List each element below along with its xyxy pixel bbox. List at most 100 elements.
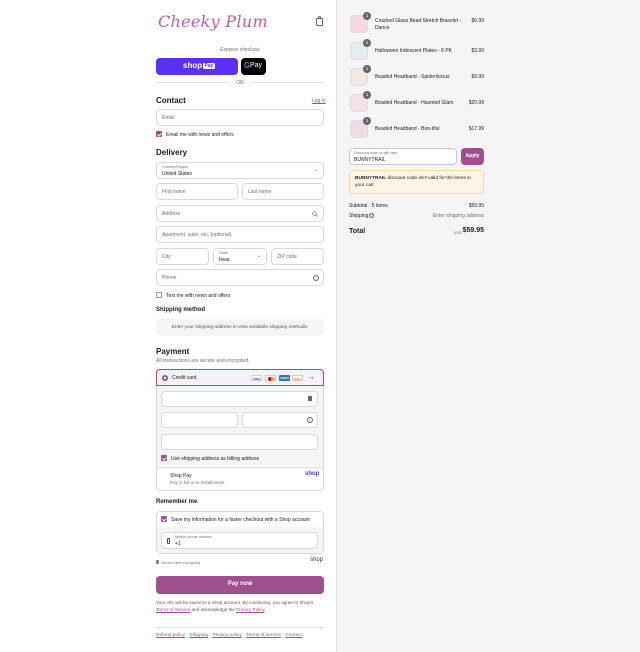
billing-checkbox[interactable]: [161, 455, 167, 461]
shipping-notice-text: Enter your shipping address to view avai…: [171, 325, 309, 330]
footer-link-privacy[interactable]: Privacy policy: [212, 633, 241, 638]
save-info-checkbox[interactable]: [161, 516, 167, 522]
zip-placeholder: ZIP code: [277, 253, 297, 260]
city-field[interactable]: City: [156, 248, 209, 265]
first-name-placeholder: First name: [162, 188, 186, 195]
help-icon[interactable]: ?: [369, 213, 374, 218]
item-name: Beaded Headband - Spiderlicious: [375, 74, 450, 80]
address-placeholder: Address: [162, 210, 181, 217]
footer-divider: [156, 627, 324, 628]
news-label: Email me with news and offers: [166, 131, 234, 138]
help-icon[interactable]: ?: [307, 417, 313, 423]
news-checkbox[interactable]: [156, 131, 162, 137]
apply-button[interactable]: Apply: [461, 148, 484, 165]
country-select[interactable]: Country/Region United States ⌄: [156, 162, 324, 179]
quantity-badge: 1: [363, 91, 371, 99]
order-summary: [336, 0, 640, 652]
item-price: $3.99: [471, 48, 484, 54]
payment-heading: Payment: [156, 347, 190, 356]
first-name-field[interactable]: First name: [156, 183, 238, 200]
visa-icon: VISA: [251, 375, 262, 381]
card-number-field[interactable]: [161, 391, 318, 407]
google-pay-label: Pay: [250, 61, 263, 69]
divider: [251, 82, 324, 83]
discount-label: Discount code or gift card: [354, 151, 398, 155]
apply-label: Apply: [465, 153, 480, 159]
terms-link[interactable]: Terms of Service: [156, 607, 190, 612]
mastercard-icon: [265, 375, 276, 381]
mobile-phone-prefix: +1: [175, 541, 181, 547]
checkout-main: Cheeky Plum Express checkout shop Pay G …: [0, 0, 336, 652]
last-name-placeholder: Last name: [248, 188, 272, 195]
address-field[interactable]: Address: [156, 205, 324, 222]
cart-icon[interactable]: [316, 16, 323, 26]
logo[interactable]: Cheeky Plum: [158, 12, 268, 31]
billing-label: Use shipping address as billing address: [171, 455, 260, 462]
footer-link-refund[interactable]: Refund policy: [156, 633, 185, 638]
quantity-badge: 1: [363, 65, 371, 73]
delivery-heading: Delivery: [156, 148, 188, 157]
discount-warning-text: BUNNYTRAIL discount code isn't valid for…: [355, 175, 479, 189]
chevron-down-icon: ⌄: [313, 167, 318, 173]
shop-pay-label: shop: [183, 61, 203, 70]
product-thumbnail: 1: [350, 91, 371, 112]
state-label: State: [219, 251, 228, 255]
product-thumbnail: 1: [350, 117, 371, 138]
item-price: $9.99: [471, 74, 484, 80]
credit-card-option[interactable]: Credit card VISA AMEX DISC +4: [156, 369, 324, 386]
email-field[interactable]: Email: [156, 109, 324, 126]
save-info-label: Save my information for a faster checkou…: [171, 516, 310, 523]
shipping-label: Shipping: [349, 213, 369, 219]
discount-field[interactable]: Discount code or gift card BUNNYTRAIL: [349, 148, 457, 165]
quantity-badge: 1: [363, 117, 371, 125]
item-price: $6.99: [471, 18, 484, 24]
mobile-phone-field[interactable]: Mobile phone number +1: [161, 532, 318, 549]
item-name: Halloween Iridescent Plates - 8 PK: [375, 48, 452, 54]
help-icon[interactable]: ?: [313, 274, 319, 281]
security-code-field[interactable]: ?: [242, 412, 318, 428]
apartment-field[interactable]: Apartment, suite, etc. (optional): [156, 226, 324, 243]
secure-label: Secure and encrypted: [161, 559, 201, 565]
footer-link-terms[interactable]: Terms of service: [246, 633, 281, 638]
or-label: OR: [236, 80, 244, 86]
shipping-method-heading: Shipping method: [156, 307, 205, 313]
pay-now-button[interactable]: Pay now: [156, 576, 324, 594]
shipping-value: Enter shipping address: [432, 213, 484, 219]
google-pay-button[interactable]: G Pay: [241, 58, 266, 75]
mobile-phone-icon: [167, 538, 170, 544]
subtotal-value: $59.95: [468, 203, 484, 209]
footer-link-contact[interactable]: Contact: [285, 633, 302, 638]
zip-field[interactable]: ZIP code: [271, 248, 324, 265]
warning-code: BUNNYTRAIL: [355, 176, 387, 181]
total-value: $59.95: [462, 227, 484, 234]
more-cards-label: +4: [309, 375, 314, 380]
search-icon: [312, 211, 318, 217]
pay-now-label: Pay now: [227, 581, 253, 587]
quantity-badge: 1: [363, 12, 371, 20]
phone-placeholder: Phone: [162, 274, 177, 281]
remember-heading: Remember me: [156, 499, 198, 505]
quantity-badge: 1: [363, 39, 371, 47]
shop-pay-sub: Pay in full or in installments: [170, 480, 225, 485]
email-placeholder: Email: [162, 114, 175, 121]
footer-link-shipping[interactable]: Shipping: [189, 633, 208, 638]
state-select[interactable]: State Iowa ⌄: [213, 248, 267, 265]
text-checkbox[interactable]: [156, 292, 162, 298]
phone-field[interactable]: Phone ?: [156, 269, 324, 286]
shop-pay-badge: Pay: [203, 63, 215, 69]
product-thumbnail: 1: [350, 65, 371, 86]
item-name: Crushed Glass Bead Stretch Bracelet - Da…: [375, 18, 462, 31]
product-thumbnail: 1: [350, 12, 371, 33]
radio-selected[interactable]: [162, 375, 168, 381]
divider: [156, 82, 229, 83]
country-value: United States: [162, 171, 193, 177]
lock-icon: [308, 396, 312, 401]
last-name-field[interactable]: Last name: [242, 183, 324, 200]
privacy-link[interactable]: Privacy Policy: [236, 607, 264, 612]
item-price: $20.99: [468, 100, 484, 106]
shop-pay-button[interactable]: shop Pay: [156, 58, 238, 75]
login-link[interactable]: Log in: [312, 98, 326, 104]
product-thumbnail: 1: [350, 39, 371, 60]
name-on-card-field[interactable]: [161, 434, 318, 450]
expiry-field[interactable]: [161, 412, 238, 428]
